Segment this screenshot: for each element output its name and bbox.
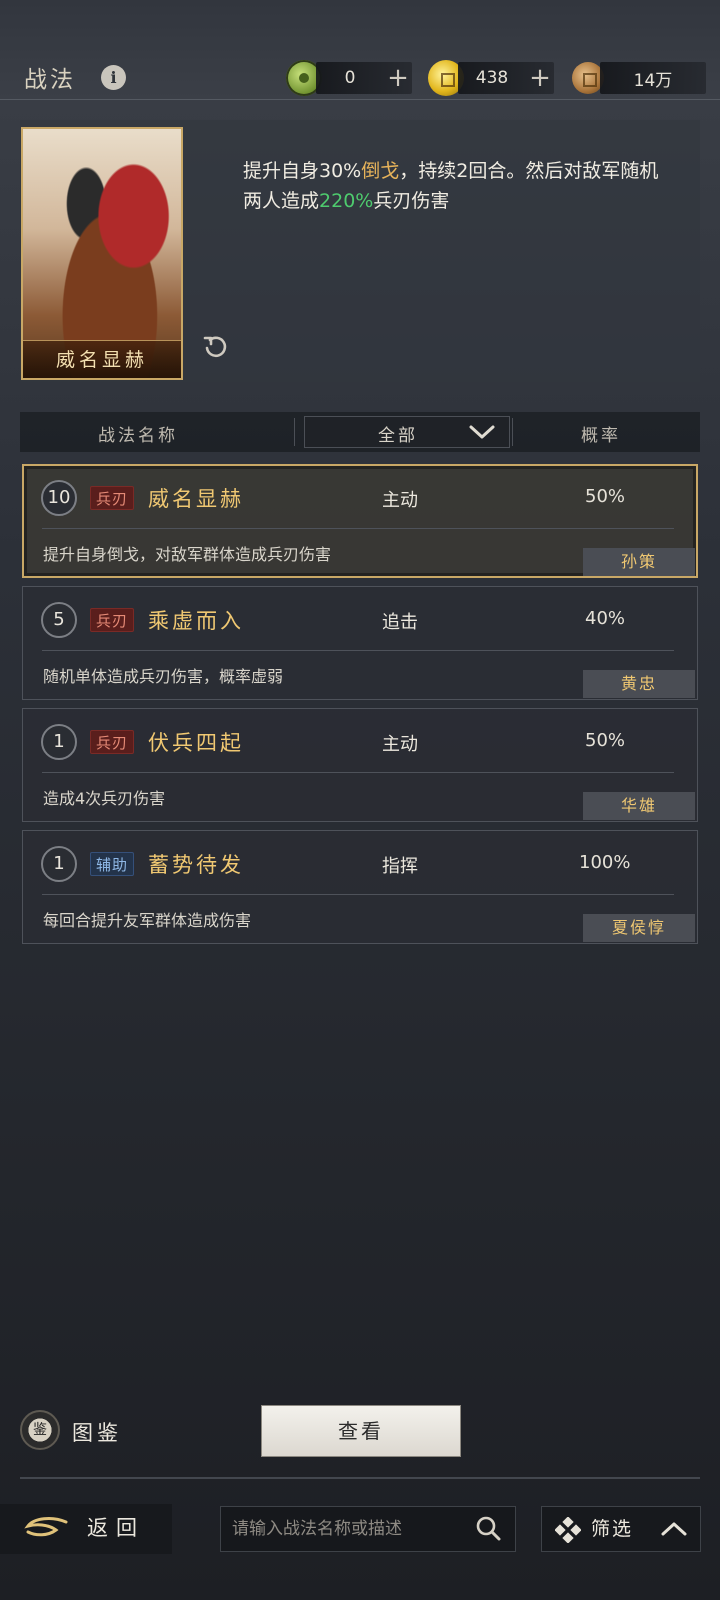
- skill-type: 追击: [382, 612, 418, 633]
- skill-level-badge: 1: [41, 846, 77, 882]
- skill-type: 指挥: [382, 856, 418, 877]
- skill-name: 乘虚而入: [148, 609, 244, 633]
- filter-label[interactable]: 筛选: [591, 1514, 633, 1541]
- gold-resource-value: 438: [475, 68, 509, 88]
- skill-summary: 提升自身倒戈，对敌军群体造成兵刃伤害: [43, 545, 332, 564]
- skill-rate: 100%: [579, 852, 631, 873]
- skill-summary: 造成4次兵刃伤害: [43, 789, 166, 808]
- skill-category-tag: 兵刃: [90, 608, 135, 632]
- jade-resource-value: 0: [344, 68, 356, 88]
- skill-owner-badge: 夏侯惇: [583, 914, 695, 942]
- skill-category-tag: 辅助: [90, 852, 135, 876]
- page-title: 战法: [24, 67, 76, 93]
- skill-name: 蓄势待发: [148, 853, 244, 877]
- codex-label[interactable]: 图鉴: [72, 1417, 122, 1447]
- row-divider: [42, 528, 674, 529]
- skill-level-badge: 10: [41, 480, 77, 516]
- copper-resource-value: 14万: [633, 70, 673, 91]
- chevron-up-icon[interactable]: [660, 1520, 688, 1538]
- codex-icon[interactable]: 鉴: [20, 1410, 60, 1450]
- skill-description: 提升自身30%倒戈，持续2回合。然后对敌军随机两人造成220%兵刃伤害: [243, 156, 663, 216]
- skill-name: 威名显赫: [148, 487, 244, 511]
- skill-summary: 每回合提升友军群体造成伤害: [43, 911, 252, 930]
- bottom-divider: [20, 1477, 700, 1479]
- gold-resource: 438 +: [458, 62, 554, 94]
- skill-owner-badge: 孙策: [583, 548, 695, 576]
- skill-rate: 50%: [585, 730, 626, 751]
- column-header-rate: 概率: [581, 426, 621, 446]
- search-input[interactable]: [232, 1514, 462, 1544]
- info-icon[interactable]: i: [101, 65, 126, 90]
- skill-owner-badge: 华雄: [583, 792, 695, 820]
- skill-name: 伏兵四起: [148, 731, 244, 755]
- jade-resource: 0 +: [316, 62, 412, 94]
- skill-summary: 随机单体造成兵刃伤害，概率虚弱: [43, 667, 284, 686]
- row-divider: [42, 772, 674, 773]
- skill-owner-badge: 黄忠: [583, 670, 695, 698]
- skill-type: 主动: [382, 734, 418, 755]
- desc-highlight-status: 倒戈: [361, 160, 400, 182]
- card-name: 威名显赫: [55, 349, 148, 371]
- category-filter-value[interactable]: 全部: [378, 421, 418, 446]
- refresh-icon[interactable]: [202, 332, 230, 360]
- desc-highlight-percent: 220%: [319, 190, 374, 212]
- copper-resource: 14万: [600, 62, 706, 94]
- back-label[interactable]: 返回: [87, 1512, 145, 1542]
- skill-type: 主动: [382, 490, 418, 511]
- skill-rate: 40%: [585, 608, 626, 629]
- jade-add-button[interactable]: +: [384, 64, 412, 92]
- header-divider: [512, 418, 513, 446]
- column-header-name: 战法名称: [98, 426, 178, 446]
- search-icon[interactable]: [474, 1514, 502, 1542]
- filter-icon[interactable]: [555, 1517, 581, 1543]
- skill-level-badge: 1: [41, 724, 77, 760]
- gold-add-button[interactable]: +: [526, 64, 554, 92]
- skill-category-tag: 兵刃: [90, 486, 135, 510]
- header-divider: [294, 418, 295, 446]
- row-divider: [42, 650, 674, 651]
- skill-category-tag: 兵刃: [90, 730, 135, 754]
- view-button[interactable]: 查看: [261, 1405, 461, 1457]
- back-arrow-icon[interactable]: [22, 1514, 70, 1544]
- desc-part-3: 兵刃伤害: [373, 190, 450, 212]
- row-divider: [42, 894, 674, 895]
- chevron-down-icon[interactable]: [468, 423, 496, 441]
- skill-level-badge: 5: [41, 602, 77, 638]
- desc-part-1: 提升自身30%: [243, 160, 362, 182]
- skill-rate: 50%: [585, 486, 626, 507]
